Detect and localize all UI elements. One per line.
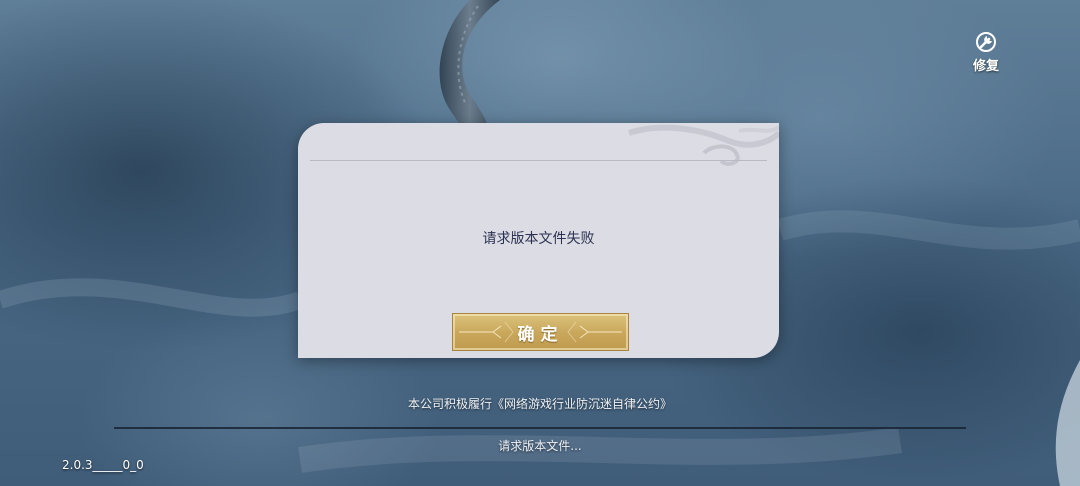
- confirm-label: 确定: [517, 324, 564, 345]
- cloud-ornament-icon: [628, 124, 779, 166]
- anti-addiction-notice: 本公司积极履行《网络游戏行业防沉迷自律公约》: [407, 397, 672, 411]
- repair-button[interactable]: 修复: [966, 30, 1006, 74]
- error-dialog: 请求版本文件失败 确定: [298, 123, 779, 358]
- loading-status: 请求版本文件...: [498, 439, 582, 453]
- confirm-button[interactable]: 确定: [452, 313, 629, 351]
- repair-label: 修复: [972, 59, 999, 74]
- version-label: 2.0.3_____0_0: [62, 458, 144, 472]
- dialog-message: 请求版本文件失败: [482, 231, 595, 247]
- loading-progress-bar: [114, 427, 966, 429]
- dialog-divider: [310, 160, 767, 161]
- repair-wrench-icon: [976, 32, 996, 52]
